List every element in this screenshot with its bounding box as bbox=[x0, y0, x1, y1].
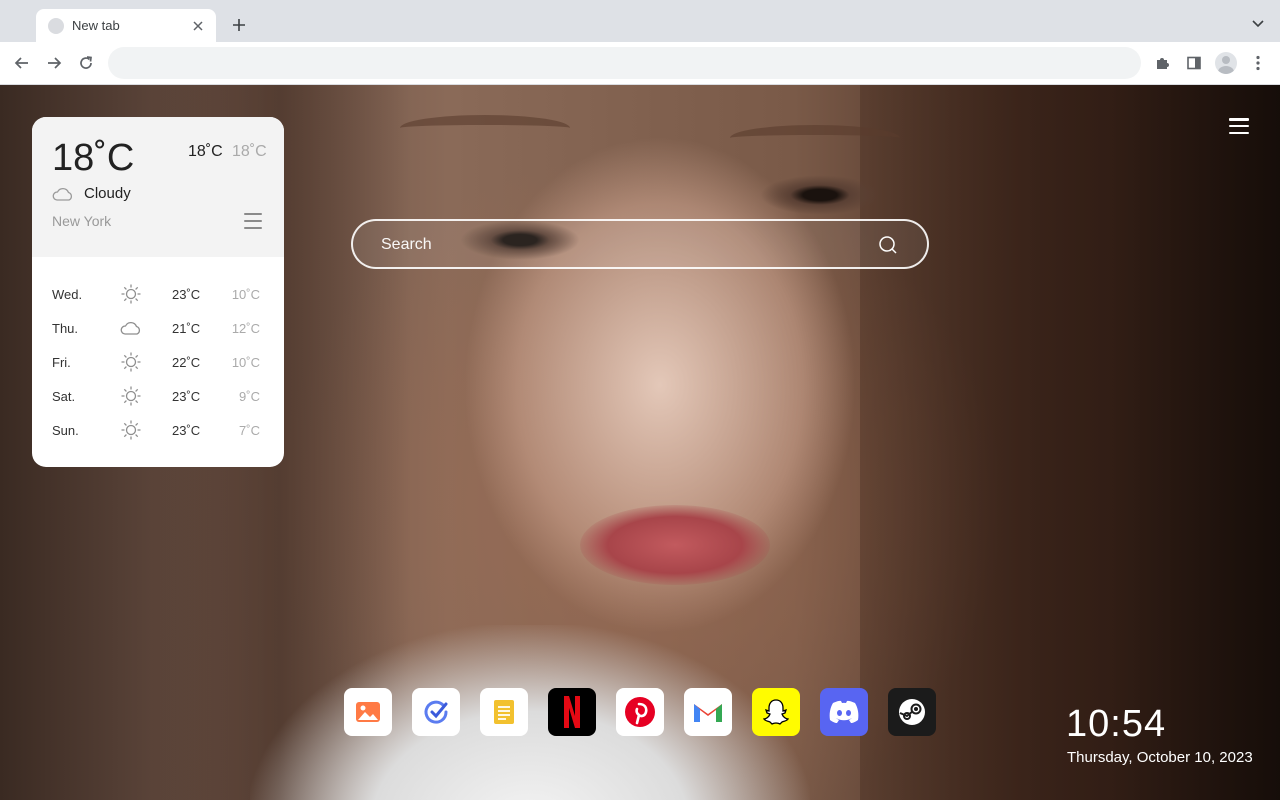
steam-app-shortcut[interactable] bbox=[888, 688, 936, 736]
forecast-day: Fri. bbox=[52, 355, 71, 370]
forecast-day: Sat. bbox=[52, 389, 76, 404]
wallpaper-brow-right bbox=[730, 125, 900, 151]
clock-date: Thursday, October 10, 2023 bbox=[1067, 749, 1253, 766]
side-panel-icon[interactable] bbox=[1182, 51, 1206, 75]
today-high-temperature: 18˚C bbox=[188, 143, 223, 160]
forecast-low: 9˚C bbox=[239, 389, 260, 404]
forecast-low: 12˚C bbox=[231, 321, 260, 336]
sun-icon bbox=[120, 283, 142, 305]
tab-favicon-icon bbox=[48, 17, 64, 34]
forecast-high: 23˚C bbox=[172, 389, 201, 404]
reload-icon[interactable] bbox=[74, 51, 98, 75]
forecast-low: 10˚C bbox=[231, 355, 260, 370]
weather-city: New York bbox=[52, 213, 112, 229]
weather-widget: 18˚C 18˚C 18˚C Cloudy New York Wed. 23˚C 1… bbox=[32, 117, 284, 467]
sun-icon bbox=[120, 419, 142, 441]
tasks-app-shortcut[interactable] bbox=[412, 688, 460, 736]
tab-title: New tab bbox=[72, 18, 120, 33]
tab-search-chevron-down-icon[interactable] bbox=[1248, 14, 1268, 34]
clock-time: 10:54 bbox=[1066, 703, 1167, 745]
gmail-app-shortcut[interactable] bbox=[684, 688, 732, 736]
pinterest-app-shortcut[interactable] bbox=[616, 688, 664, 736]
weather-menu-icon[interactable] bbox=[244, 213, 262, 229]
discord-app-shortcut[interactable] bbox=[820, 688, 868, 736]
check-circle-icon bbox=[412, 688, 460, 736]
forecast-day: Wed. bbox=[52, 287, 83, 302]
forecast-low: 10˚C bbox=[231, 287, 260, 302]
today-low-temperature: 18˚C bbox=[232, 143, 267, 160]
tab-new-tab[interactable]: New tab bbox=[36, 9, 216, 42]
back-arrow-icon[interactable] bbox=[10, 51, 34, 75]
notes-app-shortcut[interactable] bbox=[480, 688, 528, 736]
search-input[interactable] bbox=[381, 231, 861, 259]
forecast-high: 23˚C bbox=[172, 423, 201, 438]
forecast-row: Sun. 23˚C 7˚C bbox=[32, 419, 284, 453]
forward-arrow-icon[interactable] bbox=[42, 51, 66, 75]
forecast-high: 23˚C bbox=[172, 287, 201, 302]
sun-icon bbox=[120, 385, 142, 407]
forecast-row: Sat. 23˚C 9˚C bbox=[32, 385, 284, 419]
forecast-high: 22˚C bbox=[172, 355, 201, 370]
netflix-app-shortcut[interactable] bbox=[548, 688, 596, 736]
forecast-row: Wed. 23˚C 10˚C bbox=[32, 283, 284, 317]
image-icon bbox=[344, 688, 392, 736]
wallpaper-eye-right bbox=[760, 175, 880, 215]
wallpaper-brow-left bbox=[400, 115, 570, 141]
discord-icon bbox=[820, 688, 868, 736]
weather-condition: Cloudy bbox=[52, 185, 131, 202]
profile-avatar-icon[interactable] bbox=[1214, 51, 1238, 75]
search-box bbox=[351, 219, 929, 269]
cloud-icon bbox=[120, 317, 142, 339]
forecast-low: 7˚C bbox=[239, 423, 260, 438]
snapchat-icon bbox=[752, 688, 800, 736]
page-menu-hamburger-icon[interactable] bbox=[1228, 115, 1250, 137]
tab-strip: New tab bbox=[0, 0, 1280, 42]
cloud-icon bbox=[52, 187, 73, 201]
close-tab-icon[interactable] bbox=[190, 18, 206, 34]
weather-forecast-list: Wed. 23˚C 10˚C Thu. 21˚C 12˚C Fri. 22˚C 10˚C Sat.… bbox=[32, 257, 284, 453]
new-tab-plus-icon[interactable] bbox=[228, 14, 250, 36]
current-temperature: 18˚C bbox=[52, 137, 135, 179]
forecast-day: Sun. bbox=[52, 423, 79, 438]
address-bar-input[interactable] bbox=[108, 47, 1141, 79]
wallpaper-lips bbox=[580, 505, 770, 585]
notes-icon bbox=[480, 688, 528, 736]
pinterest-icon bbox=[616, 688, 664, 736]
weather-condition-label: Cloudy bbox=[84, 185, 131, 202]
extensions-puzzle-icon[interactable] bbox=[1150, 51, 1174, 75]
more-menu-kebab-icon[interactable] bbox=[1246, 51, 1270, 75]
forecast-row: Fri. 22˚C 10˚C bbox=[32, 351, 284, 385]
photos-app-shortcut[interactable] bbox=[344, 688, 392, 736]
forecast-high: 21˚C bbox=[172, 321, 201, 336]
steam-icon bbox=[888, 688, 936, 736]
forecast-row: Thu. 21˚C 12˚C bbox=[32, 317, 284, 351]
browser-toolbar bbox=[0, 42, 1280, 85]
forecast-day: Thu. bbox=[52, 321, 79, 336]
snapchat-app-shortcut[interactable] bbox=[752, 688, 800, 736]
weather-current: 18˚C 18˚C 18˚C Cloudy New York bbox=[32, 117, 284, 257]
gmail-icon bbox=[684, 688, 732, 736]
netflix-icon bbox=[548, 688, 596, 736]
sun-icon bbox=[120, 351, 142, 373]
new-tab-page: 18˚C 18˚C 18˚C Cloudy New York Wed. 23˚C 1… bbox=[0, 85, 1280, 800]
search-icon[interactable] bbox=[877, 234, 899, 256]
